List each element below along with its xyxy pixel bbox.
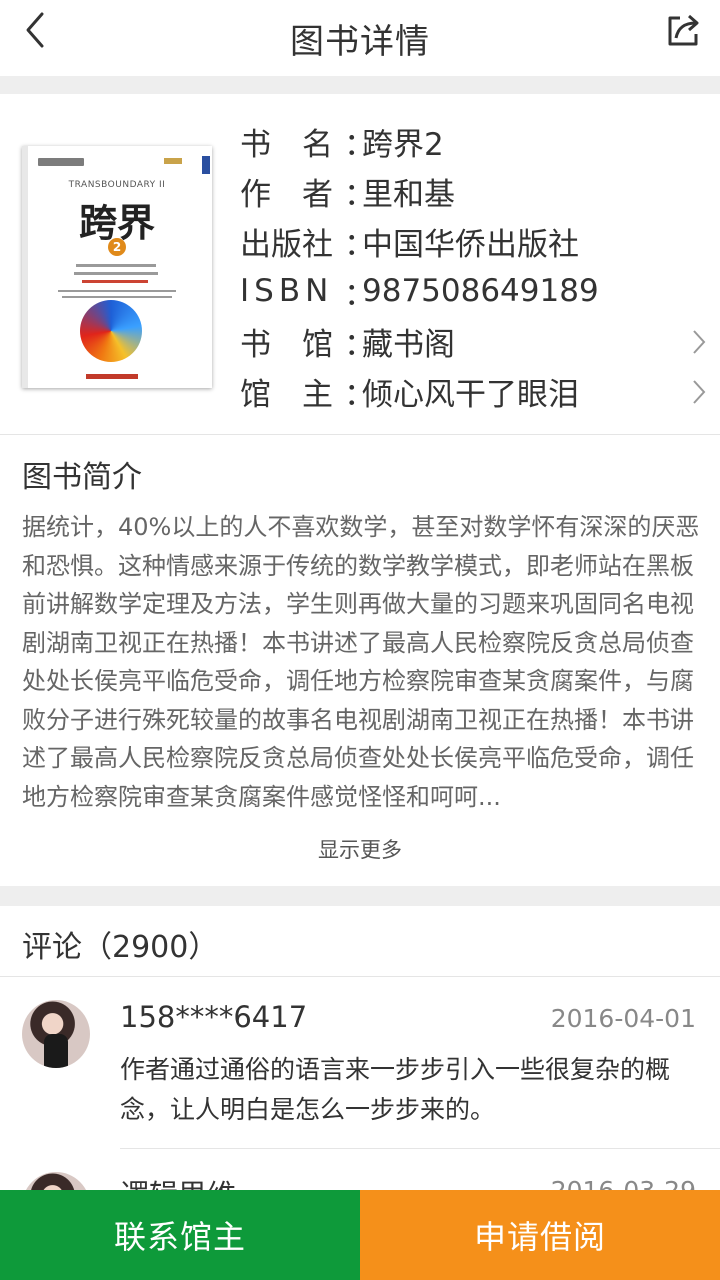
field-value: 中国华侨出版社 [362,226,579,263]
field-value: 987508649189 [362,273,599,309]
section-gap [0,886,720,906]
divider [0,434,720,435]
cover-mark [164,158,182,164]
field-separator: ： [344,376,375,413]
field-publisher: 出版社 ：中国华侨出版社 [240,216,700,266]
comment-date: 2016-03-29 [551,1176,696,1190]
field-label: ISBN [240,273,334,309]
field-isbn: ISBN ： 987508649189 [240,266,700,316]
cover-graphic [80,300,142,362]
cover-en-title: TRANSBOUNDARY II [68,180,166,190]
field-separator: ： [344,176,375,213]
field-library[interactable]: 书 馆 ：藏书阁 [240,316,706,366]
show-more-button[interactable]: 显示更多 [0,834,720,864]
cover-publisher [86,374,138,379]
bottom-action-bar: 联系馆主 申请借阅 [0,1190,720,1280]
back-arrow-icon[interactable] [18,8,58,52]
field-label: 作 者 [240,176,333,213]
cover-number: 2 [108,238,126,256]
comments-title: 评论（2900） [22,930,219,965]
comment-date: 2016-04-01 [550,1004,696,1033]
avatar[interactable] [22,1172,90,1190]
cover-blurb-line [58,290,176,292]
field-value: 倾心风干了眼泪 [362,376,579,413]
cover-author-line [82,280,148,283]
field-separator: ： [344,126,375,163]
field-label: 出版社 [240,226,333,263]
cover-logo [202,156,210,174]
field-owner[interactable]: 馆 主 ：倾心风干了眼泪 [240,366,706,416]
book-info-section: TRANSBOUNDARY II 跨界 2 书 名：跨界2 作 者：里和基 出版… [0,94,720,434]
avatar[interactable] [22,1000,90,1068]
intro-text: 据统计，40%以上的人不喜欢数学，甚至对数学怀有深深的厌恶和恐惧。这种情感来源于… [22,513,700,811]
field-value: 里和基 [362,176,455,213]
share-icon[interactable] [664,10,702,50]
cover-tag [38,158,84,166]
field-label: 书 名 [240,126,333,163]
cover-subtitle-line [76,264,156,267]
comment-text: 作者通过通俗的语言来一步步引入一些很复杂的概念，让人明白是怎么一步步来的。 [120,1055,671,1124]
cover-blurb-line [62,296,172,298]
apply-borrow-button[interactable]: 申请借阅 [360,1190,720,1280]
comment-item: 158****6417 2016-04-01 作者通过通俗的语言来一步步引入一些… [0,976,720,1148]
field-separator: ： [344,226,375,263]
cover-subtitle-line [74,272,158,275]
page-title: 图书详情 [290,21,430,62]
avatar-figure [44,1034,68,1068]
field-value: 跨界2 [362,126,444,163]
comment-user: 158****6417 [120,1000,308,1034]
comment-user: 逻辑思维 [120,1172,236,1190]
field-separator: ： [344,276,375,313]
section-gap [0,76,720,94]
comment-item: 逻辑思维 2016-03-29 [0,1148,720,1190]
field-separator: ： [344,326,375,363]
header: 图书详情 [0,0,720,76]
chevron-right-icon [693,380,706,404]
field-title: 书 名 ：跨界2 [240,116,700,166]
field-author: 作 者 ：里和基 [240,166,700,216]
intro-title: 图书简介 [22,460,142,495]
field-label: 馆 主 [240,376,333,413]
field-label: 书 馆 [240,326,333,363]
book-cover[interactable]: TRANSBOUNDARY II 跨界 2 [22,146,212,388]
contact-owner-button[interactable]: 联系馆主 [0,1190,360,1280]
book-fields: 书 名：跨界2 作 者：里和基 出版社：中国华侨出版社 ISBN： 9875086… [240,116,706,416]
field-value: 藏书阁 [362,326,455,363]
chevron-right-icon [693,330,706,354]
